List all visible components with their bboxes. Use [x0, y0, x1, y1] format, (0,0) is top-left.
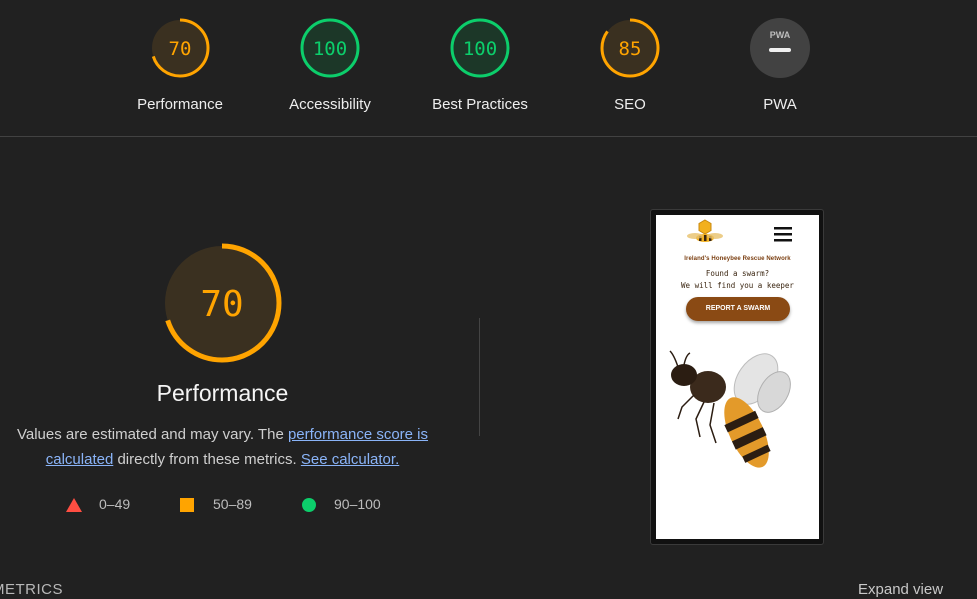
- gauge-label: SEO: [614, 96, 646, 113]
- triangle-icon: [66, 498, 82, 512]
- gauge-accessibility[interactable]: 100 Accessibility: [265, 17, 395, 113]
- gauge-score-value: 100: [463, 38, 497, 60]
- pwa-badge-icon: PWA: [750, 18, 810, 78]
- performance-score-value: 70: [200, 284, 243, 325]
- hero-line-2: We will find you a keeper: [681, 281, 794, 290]
- hamburger-menu-icon[interactable]: [774, 226, 792, 242]
- performance-title: Performance: [156, 380, 289, 406]
- performance-gauge-ring: 70: [150, 18, 210, 78]
- performance-description: Values are estimated and may vary. The p…: [10, 422, 435, 472]
- bee-logo-icon: [687, 219, 723, 242]
- circle-icon: [302, 498, 316, 512]
- final-screenshot[interactable]: Ireland's Honeybee Rescue Network Found …: [650, 209, 824, 545]
- gauge-label: Performance: [137, 96, 223, 113]
- legend-range: 50–89: [213, 496, 252, 512]
- gauge-seo[interactable]: 85 SEO: [565, 17, 695, 113]
- metrics-section-title: METRICS: [0, 581, 63, 598]
- legend-range: 90–100: [334, 496, 381, 512]
- gauge-label: Accessibility: [289, 96, 371, 113]
- legend-range: 0–49: [99, 496, 131, 512]
- gauge-best-practices[interactable]: 100 Best Practices: [415, 17, 545, 113]
- hero-line-1: Found a swarm?: [705, 269, 770, 278]
- screenshot-viewport: Ireland's Honeybee Rescue Network Found …: [656, 215, 819, 539]
- gauge-label: Best Practices: [432, 96, 528, 113]
- report-swarm-button[interactable]: REPORT A SWARM: [686, 297, 790, 321]
- section-divider: [479, 318, 480, 436]
- performance-main-gauge: 70: [162, 243, 282, 363]
- square-icon: [180, 498, 194, 512]
- see-calculator-link[interactable]: See calculator.: [301, 451, 399, 468]
- seo-gauge-ring: 85: [600, 18, 660, 78]
- gauge-score-value: 100: [313, 38, 347, 60]
- gauge-score-value: 85: [619, 38, 642, 60]
- score-summary-bar: 70 Performance 100 Accessibility 100 Bes…: [0, 0, 977, 137]
- site-tagline: Ireland's Honeybee Rescue Network: [684, 256, 791, 262]
- gauge-pwa[interactable]: PWA PWA: [715, 17, 845, 113]
- gauge-score-value: 70: [169, 38, 192, 60]
- best-practices-gauge-ring: 100: [450, 18, 510, 78]
- description-text-2: directly from these metrics.: [113, 451, 301, 468]
- accessibility-gauge-ring: 100: [300, 18, 360, 78]
- performance-section: 70 Performance Values are estimated and …: [0, 137, 445, 537]
- bee-illustration: [669, 350, 791, 468]
- pwa-badge-text: PWA: [770, 30, 791, 40]
- gauge-label: PWA: [763, 96, 797, 113]
- expand-view-toggle[interactable]: Expand view: [858, 581, 943, 598]
- description-text: Values are estimated and may vary. The: [16, 426, 288, 443]
- gauge-performance[interactable]: 70 Performance: [115, 17, 245, 113]
